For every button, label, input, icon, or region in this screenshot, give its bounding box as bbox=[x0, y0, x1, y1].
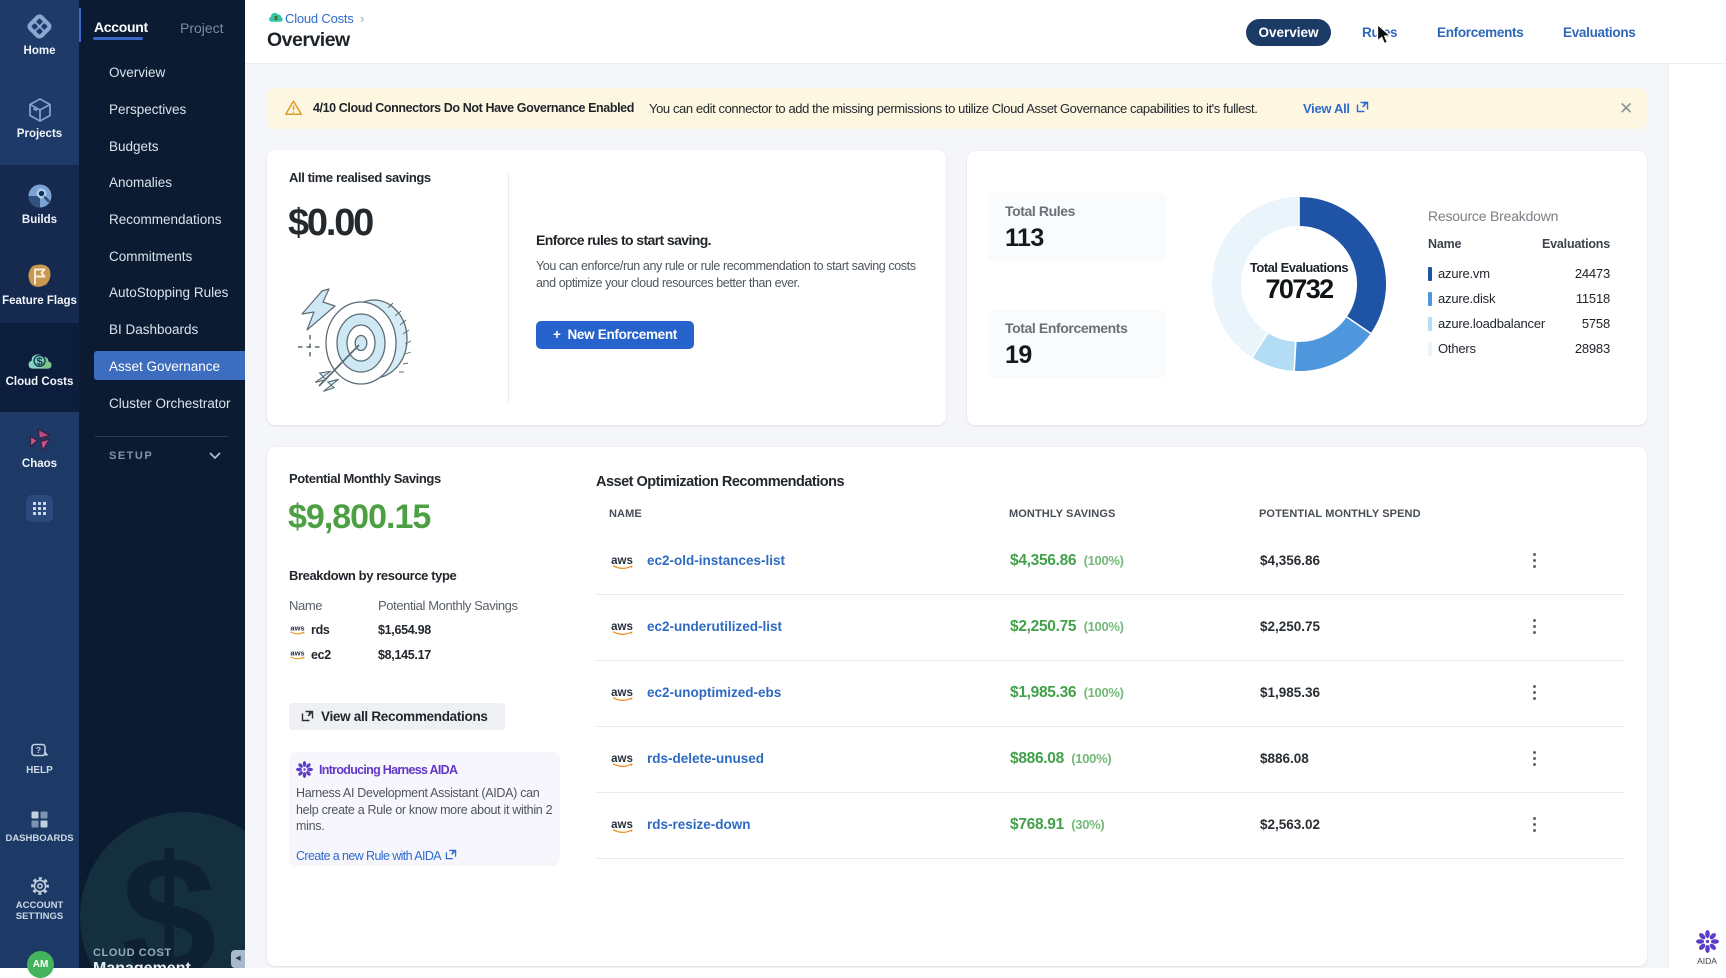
svg-text:?: ? bbox=[35, 745, 40, 755]
svg-text:aws: aws bbox=[611, 753, 633, 765]
svg-text:aws: aws bbox=[290, 623, 304, 632]
svg-text:aws: aws bbox=[611, 687, 633, 699]
svg-text:$: $ bbox=[36, 356, 43, 368]
svg-text:aws: aws bbox=[611, 819, 633, 831]
svg-text:aws: aws bbox=[611, 621, 633, 633]
svg-text:aws: aws bbox=[611, 555, 633, 567]
svg-text:aws: aws bbox=[290, 648, 304, 657]
